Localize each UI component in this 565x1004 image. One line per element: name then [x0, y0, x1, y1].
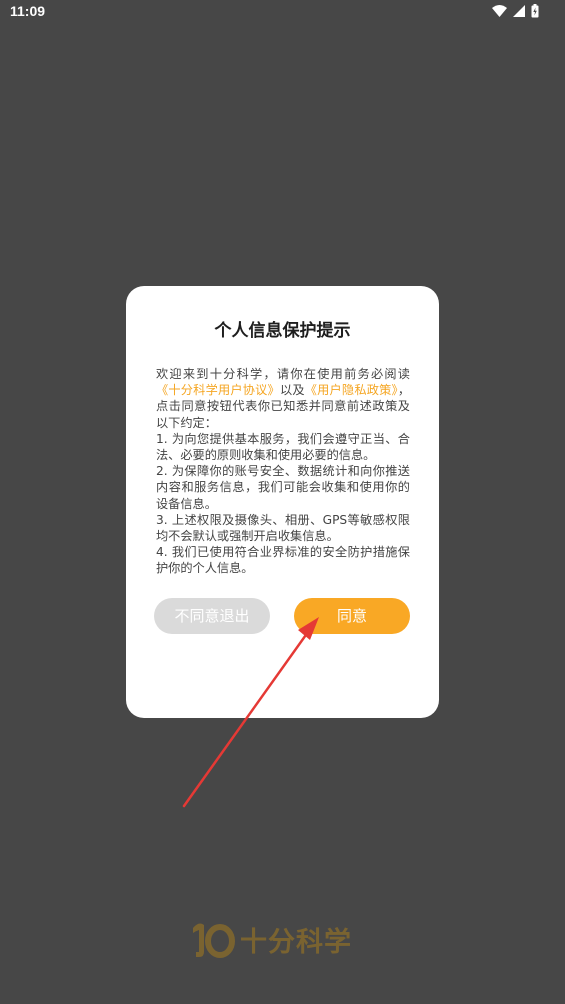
- privacy-policy-link[interactable]: 《用户隐私政策》: [305, 383, 398, 397]
- status-icons: [492, 4, 539, 18]
- brand-name: 十分科学: [240, 926, 352, 958]
- intro-text-1: 欢迎来到十分科学，请你在使用前务必阅读: [156, 367, 410, 381]
- signal-icon: [513, 5, 525, 17]
- disagree-exit-button[interactable]: 不同意退出: [154, 598, 270, 634]
- intro-text-2: 以及: [279, 383, 305, 398]
- dialog-title: 个人信息保护提示: [214, 321, 351, 341]
- agreement-item: 1. 为向您提供基本服务，我们会遵守正当、合法、必要的原则收集和使用必要的信息。: [156, 431, 410, 463]
- agreement-item: 2. 为保障你的账号安全、数据统计和向你推送内容和服务信息，我们可能会收集和使用…: [156, 464, 410, 511]
- brand-logo: 十分科学: [190, 918, 352, 960]
- user-agreement-link[interactable]: 《十分科学用户协议》: [156, 383, 280, 397]
- wifi-icon: [492, 5, 507, 17]
- dialog-intro: 欢迎来到十分科学，请你在使用前务必阅读《十分科学用户协议》以及《用户隐私政策》，…: [156, 366, 410, 431]
- dialog-body: 欢迎来到十分科学，请你在使用前务必阅读《十分科学用户协议》以及《用户隐私政策》，…: [156, 366, 410, 577]
- agree-button[interactable]: 同意: [294, 598, 410, 634]
- brand-mark-icon: [193, 923, 235, 958]
- privacy-dialog: 个人信息保护提示 欢迎来到十分科学，请你在使用前务必阅读《十分科学用户协议》以及…: [126, 286, 439, 718]
- agreement-item: 3. 上述权限及摄像头、相册、GPS等敏感权限均不会默认或强制开启收集信息。: [156, 512, 410, 544]
- status-bar: 11:09: [0, 0, 565, 24]
- battery-charging-icon: [531, 4, 539, 18]
- status-time: 11:09: [10, 3, 46, 19]
- agreement-item: 4. 我们已使用符合业界标准的安全防护措施保护你的个人信息。: [156, 545, 410, 576]
